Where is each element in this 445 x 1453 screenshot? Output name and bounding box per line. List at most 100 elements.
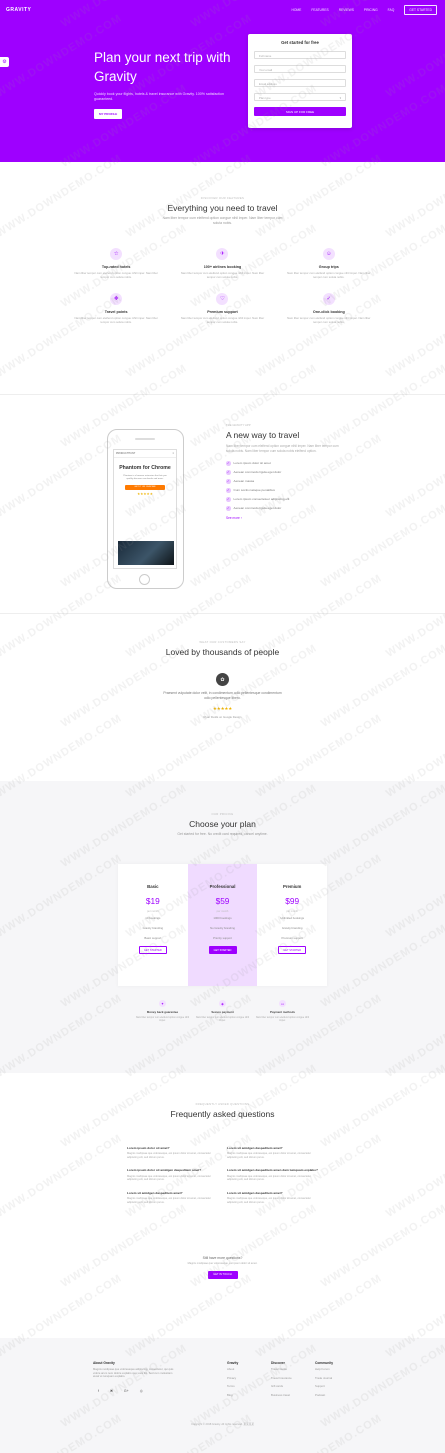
new-way-title: A new way to travel [226, 430, 300, 440]
guarantee-title: Money back guarantee [146, 1010, 179, 1014]
features-grid: ☆ Top-rated hotels Nam liber tempor cum el… [70, 248, 375, 324]
select-value: Plan type [259, 96, 271, 100]
faq-item: Lorem ipsum dolor sit amet? Magnis modips… [127, 1146, 219, 1159]
faq-answer: Magnis modipsae que voloreseque, est ips… [227, 1152, 311, 1159]
plan-feature: Unlimited bookings [280, 916, 304, 920]
card-icon: ▭ [279, 1000, 286, 1007]
list-item-text: Aenean commodo ligula eget dolor [233, 470, 282, 475]
footer-link[interactable]: About [227, 1365, 238, 1374]
testimonial-section: WHAT OUR CUSTOMERS SAY Loved by thousand… [0, 640, 445, 719]
feature-title: 100+ airlines booking [203, 265, 242, 269]
pricing-table: Basic $19 per month 10 bookings Gravity … [118, 864, 327, 986]
footer-link[interactable]: Blog [227, 1391, 238, 1400]
watermark-text: WWW.DOWNDEMO.COM [0, 1132, 125, 1220]
footer-link[interactable]: Trade Journal [315, 1374, 333, 1383]
watermark-text: WWW.DOWNDEMO.COM [384, 432, 445, 520]
avatar: ✿ [216, 673, 229, 686]
footer-about: About Gravity Magnis modipsae que volore… [93, 1361, 178, 1393]
pricing-eyebrow: OUR PRICING [211, 812, 234, 816]
faq-answer: Magnis modipsae que voloreseque, est ips… [227, 1174, 311, 1182]
list-item: ✓ Cum sociis natoque penatibus [226, 486, 346, 495]
check-icon: ✓ [226, 497, 231, 502]
footer-link[interactable]: Gift cards [271, 1382, 292, 1391]
signup-submit-button[interactable]: SIGN UP FOR FREE [254, 107, 346, 116]
guarantee-title: Payment methods [270, 1010, 295, 1014]
guarantee-title: Secure payment [211, 1010, 234, 1014]
brand-logo[interactable]: GRAVITY [6, 7, 31, 13]
nav-features[interactable]: FEATURES [311, 8, 328, 12]
shield-icon: ✦ [159, 1000, 166, 1007]
divider [0, 394, 445, 395]
footer-link[interactable]: Travel Insurance [271, 1374, 292, 1383]
guarantee-text: Nam liber tempor cum eleifend option con… [195, 1016, 250, 1023]
phone-chrome-button[interactable]: GET IT ON CHROME [125, 485, 165, 490]
nav-get-started-button[interactable]: GET STARTED [404, 5, 437, 15]
faq-question: Lorem sit amidgen daspedtiem amet? [227, 1146, 283, 1150]
new-way-section: THE GRAVITY APP A new way to travel Nam … [226, 423, 346, 520]
see-more-link[interactable]: See more › [226, 516, 346, 520]
twitter-icon[interactable]: ✖ [110, 1389, 113, 1393]
footer-link[interactable]: Terms [227, 1382, 238, 1391]
facebook-icon[interactable]: f [98, 1389, 99, 1393]
faq-item: Lorem sit amidgen daspedtiem amen dam tu… [227, 1168, 319, 1181]
list-item: ✓ Aenean commodo ligula eget dolor [226, 468, 346, 477]
features-title: Everything you need to travel [167, 203, 278, 213]
professional-get-started-button[interactable]: GET STARTED [208, 946, 237, 954]
google-plus-icon[interactable]: G+ [124, 1389, 129, 1393]
footer-link[interactable]: Support [315, 1382, 333, 1391]
footer-link[interactable]: Help Forum [315, 1365, 333, 1374]
faq-contact-title: Still have more questions? [202, 1256, 243, 1260]
faq-question: Lorem ipsum dolor sit amet? [127, 1146, 170, 1150]
basic-get-started-button[interactable]: GET STARTED [138, 946, 167, 954]
footer-link[interactable]: Privacy [227, 1374, 238, 1383]
footer-link[interactable]: Podcast [315, 1391, 333, 1400]
nav-home[interactable]: HOME [291, 8, 301, 12]
get-in-touch-button[interactable]: GET IN TOUCH [207, 1270, 238, 1279]
feature-title: One-click booking [312, 310, 345, 315]
feature-card: ❖ Travel points Nam liber tempor cum eleif… [70, 293, 162, 324]
plan-price: $19 [145, 896, 160, 906]
email-field[interactable]: Your email [254, 65, 346, 73]
instagram-icon[interactable]: ◎ [140, 1389, 143, 1393]
plan-feature: Gravity branding [142, 926, 164, 930]
plan-price: $59 [215, 896, 230, 906]
plan-basic: Basic $19 per month 10 bookings Gravity … [118, 864, 188, 986]
feature-text: Nam liber tempor cum eleifend option con… [180, 271, 265, 279]
phone-title: Phantom for Chrome [119, 465, 171, 471]
list-item: ✓ Lorem ipsum dolor sit amet [226, 459, 346, 468]
check-icon: ✓ [226, 479, 231, 484]
faq-answer: Magnis modipsae que voloreseque, est ips… [127, 1174, 211, 1182]
phone-mockup: PRODUCTHUNT × Phantom for Chrome Phantom … [107, 429, 184, 589]
phone-app-name: PRODUCTHUNT [116, 452, 136, 455]
footer-link[interactable]: Business travel [271, 1391, 292, 1400]
footer-about-title: About Gravity [93, 1361, 115, 1365]
footer-link[interactable]: Travel Guide [271, 1365, 292, 1374]
users-icon: ☺ [322, 248, 335, 260]
feature-title: Top-rated hotels [101, 265, 131, 269]
hero-profile-button[interactable]: MY PROFILE [94, 109, 123, 119]
testimonial-title: Loved by thousands of people [165, 647, 280, 657]
faq-title: Frequently asked questions [170, 1109, 275, 1119]
nav-reviews[interactable]: REVIEWS [339, 8, 354, 12]
field-placeholder: Your email [259, 68, 273, 72]
phone-home-button [139, 574, 150, 585]
chevron-down-icon: ▾ [339, 96, 341, 100]
footer-col-gravity: Gravity About Privacy Terms Blog [227, 1361, 238, 1399]
plan-feature: Gravity branding [281, 926, 303, 930]
feature-text: Nam liber tempor cum eleifend option con… [287, 271, 371, 279]
faq-question: Lorem sit amidgen daspedtiem amet? [227, 1190, 283, 1195]
plan-feature: Premium support [281, 936, 303, 940]
full-name-field[interactable]: Full name [254, 51, 346, 59]
email-address-field[interactable]: Email address [254, 79, 346, 87]
premium-get-started-button[interactable]: GET STARTED [278, 946, 307, 954]
faq-eyebrow: FREQUENTLY ASKED QUESTIONS [195, 1102, 250, 1106]
feature-text: Nam liber tempor cum eleifend option con… [74, 316, 158, 324]
plan-type-select[interactable]: Plan type ▾ [254, 93, 346, 101]
plan-feature: 1000 bookings [213, 916, 232, 920]
nav-pricing[interactable]: PRICING [364, 8, 378, 12]
watermark-text: WWW.DOWNDEMO.COM [0, 432, 125, 520]
testimonial-quote: Praesent vulputate dolor velit, in condi… [163, 691, 282, 700]
form-title: Get started for free [281, 40, 319, 45]
nav-faq[interactable]: FAQ [388, 8, 395, 12]
gear-icon[interactable]: ⚙ [0, 57, 9, 67]
